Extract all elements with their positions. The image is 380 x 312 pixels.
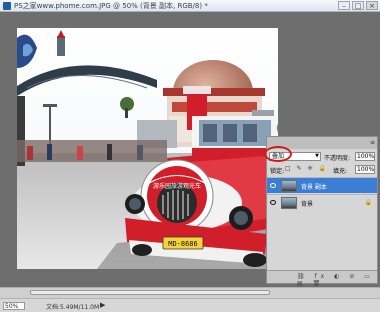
close-button[interactable]: × — [366, 1, 378, 10]
eye-icon[interactable] — [270, 200, 276, 205]
document-title: PS之家www.phome.com.JPG @ 50% (背景 副本, RGB/… — [14, 2, 208, 10]
lock-row: 锁定: □ ✎ ✢ 🔒 填充: 100% — [267, 163, 377, 175]
horizontal-scrollbar[interactable] — [0, 287, 380, 298]
layer-row-background-copy[interactable]: 背景 副本 — [267, 177, 377, 193]
layer-name: 背景 — [301, 201, 314, 208]
maximize-button[interactable]: □ — [352, 1, 364, 10]
layer-thumbnail — [281, 180, 297, 192]
lock-options-icon[interactable]: □ ✎ ✢ 🔒 — [285, 165, 328, 172]
fill-input[interactable]: 100% — [355, 165, 375, 174]
minimize-button[interactable]: – — [338, 1, 350, 10]
status-bar: 50% 文档:5.49M/11.0M ▶ — [0, 298, 380, 312]
scrollbar-thumb[interactable] — [30, 290, 270, 295]
layer-name: 背景 副本 — [301, 184, 327, 191]
red-highlight-circle — [264, 146, 292, 162]
blend-row: 叠加 ▼ 不透明度: 100% — [264, 146, 377, 162]
license-plate-text: MD-8686 — [168, 240, 198, 248]
panel-bottom-toolbar: ⛓ fx ◐ ⊘ ▭ ▤ 🗑 — [267, 270, 377, 287]
layers-panel: ≡ 叠加 ▼ 不透明度: 100% 锁定: □ ✎ ✢ 🔒 填充: 100% 背… — [264, 136, 378, 287]
eye-icon[interactable] — [270, 183, 276, 188]
fill-label: 填充: — [333, 168, 348, 175]
photoshop-icon — [3, 2, 11, 10]
chevron-down-icon: ▼ — [315, 153, 319, 159]
document-canvas[interactable]: 游乐园旅游观光车 MD-8686 — [17, 28, 278, 269]
status-arrow-icon[interactable]: ▶ — [100, 301, 105, 309]
layer-thumbnail — [281, 197, 297, 209]
train-sign-text: 游乐园旅游观光车 — [153, 182, 201, 190]
lock-icon: 🔒 — [364, 199, 372, 206]
panel-menu-icon[interactable]: ≡ — [370, 139, 375, 146]
photo-image: 游乐园旅游观光车 MD-8686 — [17, 28, 278, 269]
window-controls: – □ × — [338, 1, 378, 10]
doc-size: 文档:5.49M/11.0M — [46, 304, 100, 311]
photoshop-window: PS之家www.phome.com.JPG @ 50% (背景 副本, RGB/… — [0, 0, 380, 312]
lock-label: 锁定: — [270, 168, 285, 175]
opacity-input[interactable]: 100% — [355, 152, 375, 161]
title-bar: PS之家www.phome.com.JPG @ 50% (背景 副本, RGB/… — [0, 0, 380, 12]
layer-tools-icon[interactable]: ⛓ fx ◐ ⊘ ▭ ▤ 🗑 — [297, 273, 377, 287]
layer-row-background[interactable]: 背景 🔒 — [267, 194, 377, 210]
zoom-level[interactable]: 50% — [3, 302, 25, 310]
opacity-label: 不透明度: — [324, 155, 351, 162]
